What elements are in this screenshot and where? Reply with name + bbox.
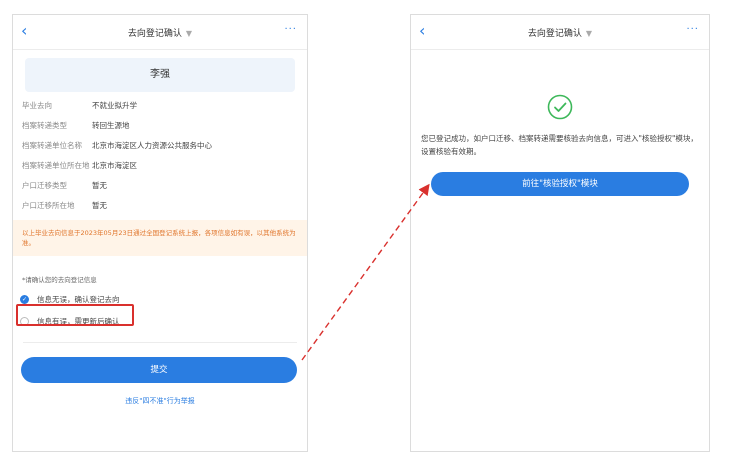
flow-arrow bbox=[301, 183, 430, 361]
